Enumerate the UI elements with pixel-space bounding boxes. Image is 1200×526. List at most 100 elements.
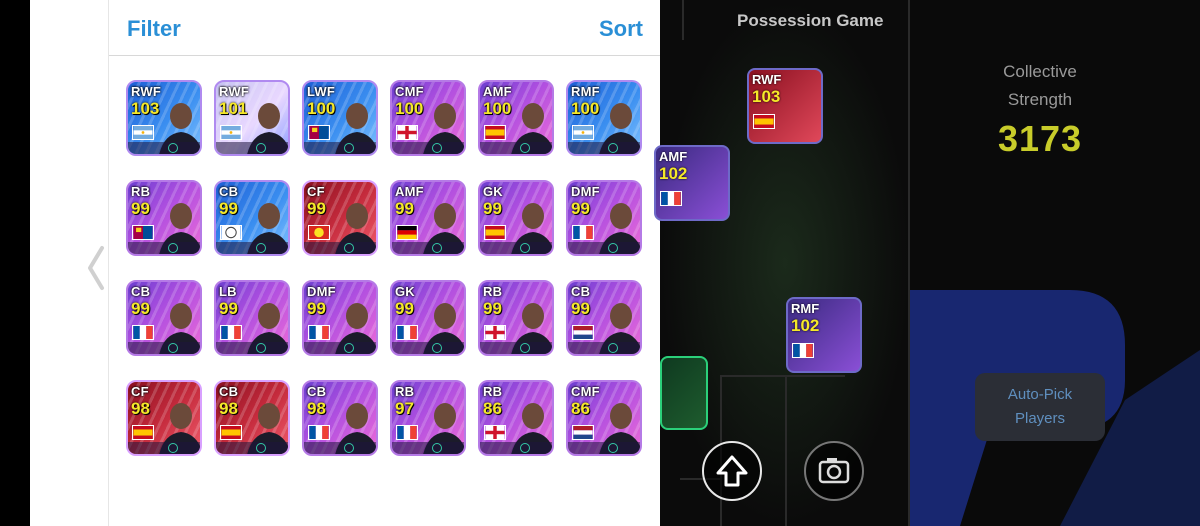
card-footer bbox=[304, 142, 376, 154]
screenshot-button[interactable] bbox=[804, 441, 864, 501]
card-footer bbox=[392, 442, 464, 454]
player-card[interactable]: DMF 99 bbox=[566, 180, 642, 256]
player-rating: 98 bbox=[219, 399, 238, 418]
player-card[interactable]: LWF 100 bbox=[302, 80, 378, 156]
swap-button[interactable] bbox=[702, 441, 762, 501]
player-rating: 99 bbox=[131, 199, 150, 218]
field-player-card-partial[interactable] bbox=[660, 356, 708, 430]
player-rating: 99 bbox=[395, 299, 414, 318]
player-card[interactable]: RMF 100 bbox=[566, 80, 642, 156]
collective-label-line1: Collective bbox=[1003, 62, 1077, 81]
argentina-flag-icon bbox=[220, 125, 242, 140]
spain-flag-icon bbox=[484, 125, 506, 140]
player-rating: 99 bbox=[395, 199, 414, 218]
france-flag-icon bbox=[792, 343, 814, 358]
back-area[interactable] bbox=[30, 0, 108, 526]
player-rating: 101 bbox=[219, 99, 248, 118]
player-card[interactable]: CB 98 bbox=[302, 380, 378, 456]
player-card[interactable]: RB 99 bbox=[126, 180, 202, 256]
collective-strength-label: Collective Strength bbox=[975, 58, 1105, 114]
player-position: GK bbox=[395, 284, 415, 299]
player-rating: 99 bbox=[307, 199, 326, 218]
player-position: AMF bbox=[659, 149, 688, 164]
player-card[interactable]: CF 98 bbox=[126, 380, 202, 456]
player-position: RB bbox=[483, 284, 503, 299]
player-card[interactable]: RWF 101 bbox=[214, 80, 290, 156]
sort-button[interactable]: Sort bbox=[599, 16, 643, 42]
player-position: RWF bbox=[131, 84, 161, 99]
player-card[interactable]: CB 99 bbox=[126, 280, 202, 356]
player-rating: 99 bbox=[219, 199, 238, 218]
auto-pick-line2: Players bbox=[1014, 410, 1066, 427]
card-footer bbox=[480, 142, 552, 154]
argentina-flag-icon bbox=[572, 125, 594, 140]
player-position: LB bbox=[219, 284, 237, 299]
player-card[interactable]: CB 98 bbox=[214, 380, 290, 456]
card-footer bbox=[128, 342, 200, 354]
player-rating: 99 bbox=[307, 299, 326, 318]
skill-badge-icon bbox=[432, 443, 442, 453]
upload-arrow-icon bbox=[716, 455, 748, 487]
game-mode-title: Possession Game bbox=[737, 11, 884, 30]
player-card[interactable]: DMF 99 bbox=[302, 280, 378, 356]
skill-badge-icon bbox=[168, 143, 178, 153]
collective-strength-value: 3173 bbox=[997, 118, 1083, 159]
player-card[interactable]: CMF 100 bbox=[390, 80, 466, 156]
player-rating: 100 bbox=[571, 99, 600, 118]
pitch-line bbox=[682, 0, 684, 40]
spain-flag-icon bbox=[220, 425, 242, 440]
field-player-card[interactable]: RMF 102 bbox=[786, 297, 862, 373]
skill-badge-icon bbox=[344, 443, 354, 453]
player-position: CB bbox=[571, 284, 591, 299]
player-card[interactable]: LB 99 bbox=[214, 280, 290, 356]
card-footer bbox=[480, 442, 552, 454]
player-rating: 100 bbox=[307, 99, 336, 118]
player-card[interactable]: CB 99 bbox=[566, 280, 642, 356]
player-rating: 86 bbox=[483, 399, 502, 418]
player-card[interactable]: CB 99 bbox=[214, 180, 290, 256]
player-rating: 99 bbox=[483, 199, 502, 218]
player-position: AMF bbox=[483, 84, 512, 99]
player-position: CB bbox=[219, 384, 239, 399]
player-card[interactable]: AMF 99 bbox=[390, 180, 466, 256]
skill-badge-icon bbox=[432, 243, 442, 253]
skill-badge-icon bbox=[344, 143, 354, 153]
player-position: CB bbox=[131, 284, 151, 299]
player-rating: 98 bbox=[307, 399, 326, 418]
card-footer bbox=[216, 342, 288, 354]
card-footer bbox=[392, 342, 464, 354]
player-card[interactable]: GK 99 bbox=[478, 180, 554, 256]
netherlands-flag-icon bbox=[572, 325, 594, 340]
player-rating: 97 bbox=[395, 399, 414, 418]
skill-badge-icon bbox=[256, 243, 266, 253]
player-position: RWF bbox=[219, 84, 249, 99]
player-position: LWF bbox=[307, 84, 336, 99]
player-card[interactable]: AMF 100 bbox=[478, 80, 554, 156]
player-position: CMF bbox=[571, 384, 600, 399]
player-card[interactable]: GK 99 bbox=[390, 280, 466, 356]
player-card[interactable]: CMF 86 bbox=[566, 380, 642, 456]
skill-badge-icon bbox=[168, 343, 178, 353]
skill-badge-icon bbox=[432, 143, 442, 153]
player-card[interactable]: RB 99 bbox=[478, 280, 554, 356]
skill-badge-icon bbox=[520, 443, 530, 453]
player-card[interactable]: CF 99 bbox=[302, 180, 378, 256]
card-footer bbox=[568, 442, 640, 454]
filter-button[interactable]: Filter bbox=[127, 16, 181, 42]
player-position: CB bbox=[307, 384, 327, 399]
england-flag-icon bbox=[484, 425, 506, 440]
club-crest-flag-icon bbox=[220, 225, 242, 240]
player-position: AMF bbox=[395, 184, 424, 199]
card-footer bbox=[128, 442, 200, 454]
field-player-card[interactable]: AMF 102 bbox=[654, 145, 730, 221]
player-card[interactable]: RB 97 bbox=[390, 380, 466, 456]
field-player-card[interactable]: RWF 103 bbox=[747, 68, 823, 144]
player-position: RMF bbox=[791, 301, 820, 316]
card-footer bbox=[480, 242, 552, 254]
card-footer bbox=[216, 142, 288, 154]
card-footer bbox=[568, 142, 640, 154]
player-card[interactable]: RWF 103 bbox=[126, 80, 202, 156]
player-card[interactable]: RB 86 bbox=[478, 380, 554, 456]
player-position: DMF bbox=[307, 284, 336, 299]
auto-pick-players-button[interactable]: Auto-Pick Players bbox=[975, 373, 1105, 441]
